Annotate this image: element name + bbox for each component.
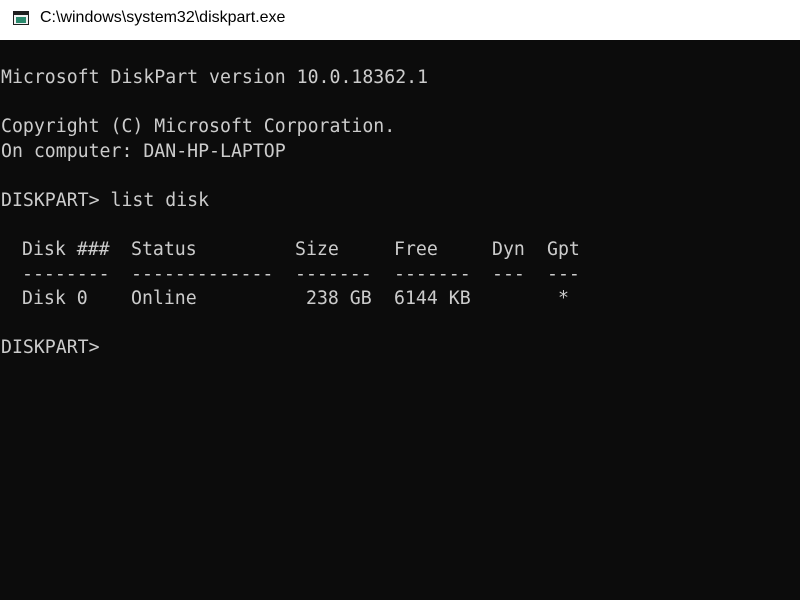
header-status: Status <box>131 239 197 260</box>
header-dyn: Dyn <box>492 239 525 260</box>
title-bar[interactable]: C:\windows\system32\diskpart.exe <box>0 0 800 40</box>
separator-size: ------- <box>295 264 372 285</box>
separator-gpt: --- <box>547 264 580 285</box>
console-output[interactable]: Microsoft DiskPart version 10.0.18362.1 … <box>0 40 800 600</box>
row-gpt: * <box>558 288 569 309</box>
header-gpt: Gpt <box>547 239 580 260</box>
copyright-line: Copyright (C) Microsoft Corporation. <box>1 116 396 137</box>
header-size: Size <box>295 239 339 260</box>
command-line: DISKPART> list disk <box>1 190 210 211</box>
computer-line: On computer: DAN-HP-LAPTOP <box>1 141 286 162</box>
row-status: Online <box>131 288 197 309</box>
separator-free: ------- <box>394 264 471 285</box>
command-prompt[interactable]: DISKPART> <box>1 336 100 360</box>
row-free: 6144 KB <box>394 288 471 309</box>
header-free: Free <box>394 239 438 260</box>
console-app-icon[interactable] <box>13 11 29 25</box>
window-title: C:\windows\system32\diskpart.exe <box>40 9 286 26</box>
header-disk: Disk ### <box>22 239 110 260</box>
separator-dyn: --- <box>492 264 525 285</box>
diskpart-window: C:\windows\system32\diskpart.exe Microso… <box>0 0 800 600</box>
row-size: 238 GB <box>306 288 372 309</box>
row-disk: Disk 0 <box>22 288 88 309</box>
separator-status: ------------- <box>131 264 274 285</box>
version-line: Microsoft DiskPart version 10.0.18362.1 <box>1 67 429 88</box>
separator-disk: -------- <box>22 264 110 285</box>
